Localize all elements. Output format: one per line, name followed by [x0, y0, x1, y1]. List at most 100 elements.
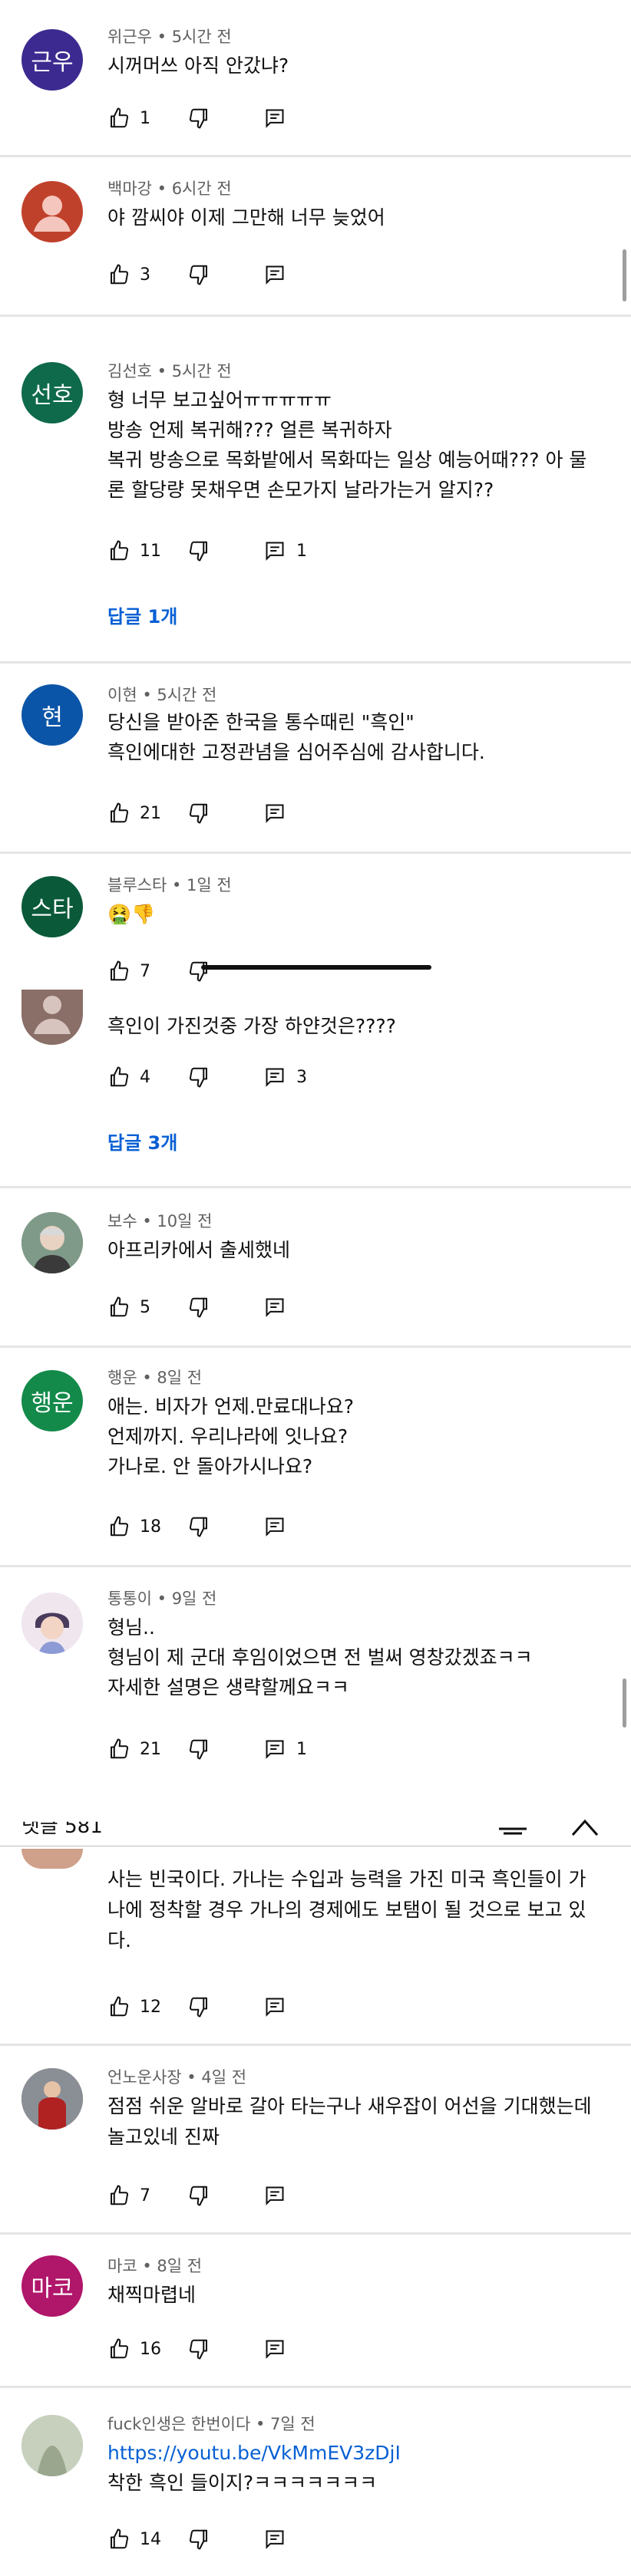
avatar[interactable]: 선호 — [21, 362, 83, 423]
dislike-button[interactable] — [187, 1296, 210, 1319]
thumbs-up-icon — [111, 960, 129, 981]
like-button[interactable] — [107, 263, 130, 286]
reply-button[interactable] — [264, 1996, 286, 2018]
like-button[interactable] — [107, 2337, 130, 2360]
thumbs-down-icon — [189, 541, 207, 562]
avatar[interactable] — [21, 2068, 83, 2130]
reply-count: 3 — [296, 1067, 307, 1087]
like-button[interactable] — [107, 107, 130, 130]
like-button[interactable] — [107, 960, 130, 983]
like-count: 5 — [140, 1297, 150, 1317]
dislike-button[interactable] — [187, 1738, 210, 1761]
dislike-button[interactable] — [187, 802, 210, 825]
reply-button[interactable] — [264, 1516, 286, 1537]
reply-button[interactable] — [264, 802, 286, 824]
reply-button[interactable] — [264, 1296, 286, 1318]
thumbs-up-icon — [111, 2528, 129, 2549]
comment-actions: 14 — [107, 2524, 286, 2555]
comment-author-time[interactable]: 통통이 • 9일 전 — [107, 1586, 216, 1609]
like-count: 14 — [140, 2529, 161, 2549]
dislike-button[interactable] — [187, 263, 210, 286]
dislike-button[interactable] — [187, 107, 210, 130]
comment-actions: 12 — [107, 1991, 286, 2022]
reply-button[interactable] — [264, 107, 286, 129]
reply-button[interactable] — [264, 2185, 286, 2206]
avatar[interactable] — [21, 1593, 83, 1654]
like-count: 1 — [140, 108, 150, 128]
comment-text: 형 너무 보고싶어ㅠㅠㅠㅠㅠ 방송 언제 복귀해??? 얼른 복귀하자 복귀 방… — [107, 389, 587, 501]
avatar[interactable]: 근우 — [21, 29, 83, 91]
comment-actions: 3 — [107, 259, 286, 290]
reply-button[interactable] — [264, 540, 286, 562]
avatar[interactable]: 스타 — [21, 876, 83, 937]
dislike-button[interactable] — [187, 960, 210, 983]
comment-link[interactable]: https://youtu.be/VkMmEV3zDjI — [107, 2438, 599, 2468]
dislike-button[interactable] — [187, 2528, 210, 2551]
avatar[interactable] — [21, 181, 83, 242]
comment-actions: 21 1 — [107, 1734, 307, 1764]
close-icon[interactable] — [570, 1810, 600, 1836]
photo-avatar — [21, 2415, 83, 2476]
dislike-button[interactable] — [187, 539, 210, 562]
avatar[interactable]: 행운 — [21, 1370, 83, 1431]
divider — [0, 1186, 631, 1188]
like-button[interactable] — [107, 802, 130, 825]
like-button[interactable] — [107, 1296, 130, 1319]
comment-icon — [266, 2530, 284, 2549]
scrollbar-thumb[interactable] — [623, 1678, 626, 1728]
thumbs-up-icon — [111, 2338, 129, 2359]
comment-author-time[interactable]: 마코 • 8일 전 — [107, 2254, 202, 2277]
reply-button[interactable] — [264, 264, 286, 285]
like-button[interactable] — [107, 1066, 130, 1089]
avatar[interactable] — [21, 1212, 83, 1273]
like-button[interactable] — [107, 1995, 130, 2018]
comment-actions: 18 — [107, 1511, 286, 1542]
reply-count: 1 — [296, 541, 307, 561]
dislike-button[interactable] — [187, 1066, 210, 1089]
divider — [0, 852, 631, 854]
reply-button[interactable] — [264, 1066, 286, 1088]
comment-icon — [266, 1517, 284, 1537]
reply-button[interactable] — [264, 2338, 286, 2360]
comment-author-time[interactable]: 이현 • 5시간 전 — [107, 683, 216, 706]
reply-button[interactable] — [264, 2528, 286, 2550]
comment-author-time[interactable]: 보수 • 10일 전 — [107, 1209, 212, 1232]
dislike-button[interactable] — [187, 1515, 210, 1538]
comment-icon — [266, 542, 284, 561]
comment-author-time[interactable]: 언노운사장 • 4일 전 — [107, 2065, 246, 2088]
comment-author-time[interactable]: 행운 • 8일 전 — [107, 1365, 202, 1388]
divider — [0, 2386, 631, 2388]
like-count: 4 — [140, 1067, 150, 1087]
like-button[interactable] — [107, 539, 130, 562]
thumbs-up-icon — [111, 1296, 129, 1317]
scrollbar-thumb[interactable] — [623, 249, 626, 301]
comment-icon — [266, 1298, 284, 1317]
comment-text: 애는. 비자가 언제.만료대나요? 언제까지. 우리나라에 잇나요? 가나로. … — [107, 1395, 355, 1477]
like-button[interactable] — [107, 1515, 130, 1538]
like-button[interactable] — [107, 1738, 130, 1761]
like-button[interactable] — [107, 2184, 130, 2207]
dislike-button[interactable] — [187, 2337, 210, 2360]
comment-icon — [266, 1068, 284, 1087]
divider — [0, 2232, 631, 2235]
view-replies-link[interactable]: 답글 1개 — [107, 601, 177, 628]
avatar[interactable] — [21, 2415, 83, 2476]
reply-button[interactable] — [264, 1738, 286, 1760]
like-button[interactable] — [107, 2528, 130, 2551]
comment-author-time[interactable]: 김선호 • 5시간 전 — [107, 359, 232, 382]
avatar[interactable] — [21, 990, 83, 1045]
avatar[interactable]: 마코 — [21, 2255, 83, 2317]
comment-author-time[interactable]: 블루스타 • 1일 전 — [107, 873, 232, 896]
comment-actions: 16 — [107, 2334, 286, 2364]
avatar[interactable]: 현 — [21, 684, 83, 746]
dislike-button[interactable] — [187, 2184, 210, 2207]
divider — [0, 155, 631, 157]
view-replies-link[interactable]: 답글 3개 — [107, 1128, 177, 1155]
sort-icon[interactable] — [497, 1813, 528, 1836]
comment-author-time[interactable]: fuck인생은 한번이다 • 7일 전 — [107, 2412, 316, 2435]
thumbs-up-icon — [111, 264, 129, 285]
like-count: 3 — [140, 265, 150, 285]
dislike-button[interactable] — [187, 1995, 210, 2018]
comment-author-time[interactable]: 위근우 • 5시간 전 — [107, 25, 232, 48]
comment-author-time[interactable]: 백마강 • 6시간 전 — [107, 176, 232, 199]
